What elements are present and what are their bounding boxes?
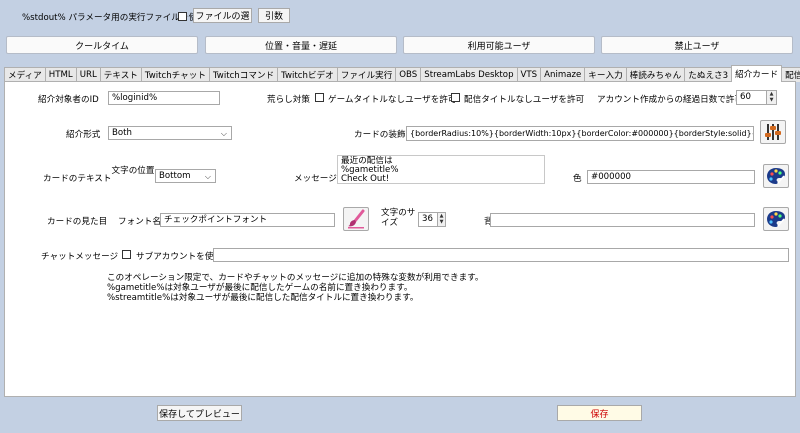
info-line-2: %gametitle%は対象ユーザが最後に配信したゲームの名前に置き換わります。 [107, 283, 413, 293]
tab-text[interactable]: テキスト [99, 67, 142, 82]
chevron-down-icon: ⌵ [220, 129, 227, 138]
bg-color-input[interactable] [490, 213, 755, 227]
font-size-spinner[interactable]: ▲ ▼ [437, 213, 445, 226]
color-palette-button[interactable] [763, 164, 789, 188]
account-age-spinner[interactable]: ▲ ▼ [766, 91, 776, 104]
decoration-label: カードの装飾 [354, 130, 406, 140]
tab-animaze[interactable]: Animaze [540, 67, 586, 82]
message-textarea[interactable]: 最近の配信は %gametitle% Check Out! [337, 155, 545, 184]
font-size-value: 36 [422, 214, 433, 224]
tab-obs[interactable]: OBS [395, 67, 422, 82]
account-age-label: アカウント作成からの経過日数で許可 [597, 95, 744, 105]
sub-account-label: サブアカウントを使う [136, 252, 222, 262]
save-preview-button[interactable]: 保存してプレビュー [157, 405, 242, 421]
cooltime-button[interactable]: クールタイム [6, 36, 198, 54]
available-users-button[interactable]: 利用可能ユーザ [403, 36, 595, 54]
color-label: 色 [573, 174, 582, 184]
account-age-value: 60 [740, 92, 751, 102]
chat-message-label: チャットメッセージ [41, 252, 119, 262]
palette-icon [767, 168, 785, 184]
decoration-input[interactable]: {borderRadius:10%}{borderWidth:10px}{bor… [406, 126, 754, 141]
tab-vts[interactable]: VTS [516, 67, 542, 82]
target-id-input[interactable]: %loginid% [108, 91, 220, 105]
text-position-value: Bottom [159, 171, 191, 181]
no-stream-title-checkbox[interactable] [451, 93, 460, 102]
account-age-input[interactable]: 60 ▲ ▼ [736, 90, 777, 105]
tab-tanuesa3[interactable]: たぬえさ3 [684, 67, 733, 82]
text-position-select[interactable]: Bottom ⌵ [155, 169, 216, 183]
banned-users-button[interactable]: 禁止ユーザ [601, 36, 793, 54]
font-size-label: 文字のサイズ [381, 208, 416, 228]
tab-bouyomi[interactable]: 棒読みちゃん [625, 67, 686, 82]
tab-streamlabs[interactable]: StreamLabs Desktop [420, 67, 518, 82]
tab-twitch-command[interactable]: Twitchコマンド [208, 67, 279, 82]
no-game-title-checkbox[interactable] [315, 93, 324, 102]
tab-twitch-chat[interactable]: Twitchチャット [140, 67, 210, 82]
format-value: Both [112, 128, 132, 138]
no-stream-title-label: 配信タイトルなしユーザを許可 [464, 95, 585, 105]
spam-label: 荒らし対策 [267, 95, 310, 105]
brush-icon [348, 209, 365, 229]
stdout-checkbox[interactable] [178, 12, 187, 21]
tab-intro-card[interactable]: 紹介カード [731, 65, 783, 82]
info-line-1: このオペレーション限定で、カードやチャットのメッセージに追加の特殊な変数が利用で… [107, 273, 484, 283]
text-position-label: 文字の位置 [111, 166, 155, 176]
font-brush-button[interactable] [343, 207, 369, 231]
no-game-title-label: ゲームタイトルなしユーザを許可 [328, 95, 457, 105]
font-name-input[interactable]: チェックポイントフォント [160, 213, 335, 227]
color-input[interactable]: #000000 [587, 170, 755, 184]
info-line-3: %streamtitle%は対象ユーザが最後に配信した配信タイトルに置き換わりま… [107, 293, 419, 303]
intro-card-panel: 紹介対象者のID %loginid% 荒らし対策 ゲームタイトルなしユーザを許可… [4, 81, 796, 397]
tab-file-exec[interactable]: ファイル実行 [336, 67, 397, 82]
sliders-icon [765, 124, 781, 140]
card-look-label: カードの見た目 [47, 217, 108, 227]
palette-icon [767, 211, 785, 227]
bg-color-palette-button[interactable] [763, 207, 789, 231]
font-size-input[interactable]: 36 ▲ ▼ [418, 212, 446, 227]
card-text-label: カードのテキスト [43, 174, 112, 184]
message-label: メッセージ [294, 174, 337, 184]
args-button[interactable]: 引数 [258, 8, 290, 23]
chat-message-input[interactable] [213, 248, 789, 262]
chevron-down-icon: ⌵ [204, 172, 211, 181]
tab-stream-info[interactable]: 配信情報 [781, 67, 800, 82]
tab-twitch-video[interactable]: Twitchビデオ [277, 67, 338, 82]
file-select-button[interactable]: ファイルの選 [193, 8, 252, 23]
position-volume-delay-button[interactable]: 位置・音量・遅延 [205, 36, 397, 54]
tab-key-input[interactable]: キー入力 [584, 67, 627, 82]
tab-url[interactable]: URL [75, 67, 101, 82]
tab-strip: メディア HTML URL テキスト Twitchチャット Twitchコマンド… [4, 65, 800, 82]
font-name-label: フォント名 [118, 217, 161, 227]
slider-settings-button[interactable] [760, 120, 786, 144]
format-select[interactable]: Both ⌵ [108, 126, 232, 140]
tab-media[interactable]: メディア [4, 67, 46, 82]
format-label: 紹介形式 [66, 130, 101, 140]
sub-account-checkbox[interactable] [122, 250, 131, 259]
save-button[interactable]: 保存 [557, 405, 642, 421]
tab-html[interactable]: HTML [44, 67, 77, 82]
target-id-label: 紹介対象者のID [38, 95, 99, 105]
